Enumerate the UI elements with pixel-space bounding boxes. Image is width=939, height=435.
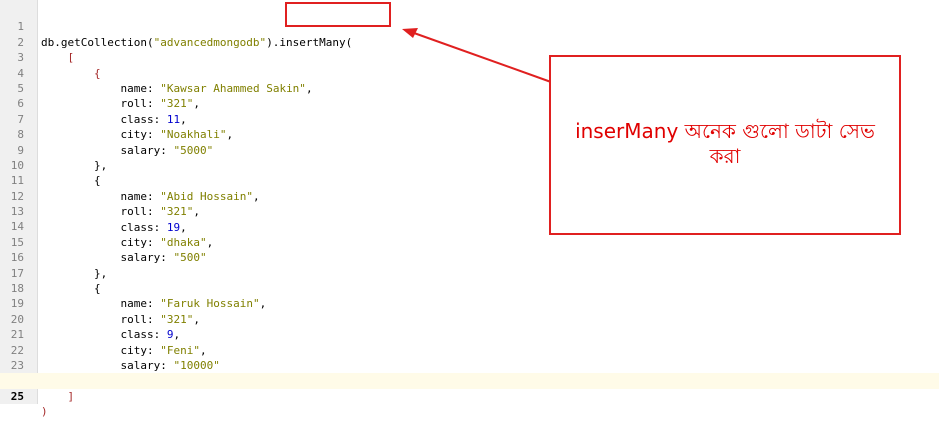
annotation-line-2: করা <box>709 144 741 168</box>
annotation-line-1: inserMany অনেক গুলো ডাটা সেভ <box>575 119 875 143</box>
annotation-text: inserMany অনেক গুলো ডাটা সেভ করা <box>551 119 899 169</box>
annotation-callout: inserMany অনেক গুলো ডাটা সেভ করা <box>549 55 901 235</box>
code-text: ) <box>41 405 48 419</box>
